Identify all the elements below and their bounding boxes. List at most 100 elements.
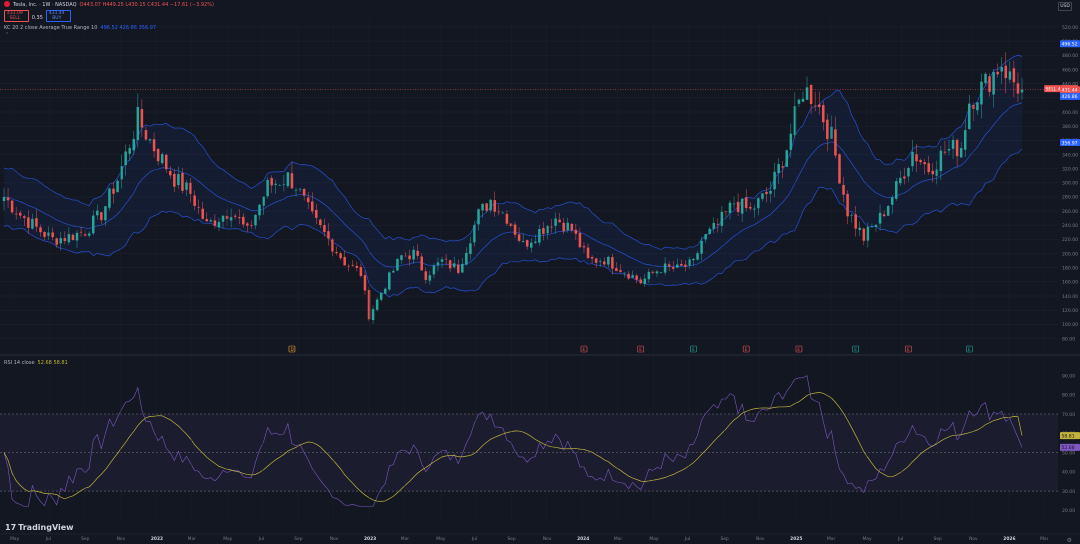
candle-body [327, 231, 330, 239]
candle-body [156, 149, 160, 162]
sell-button[interactable]: 431.09 SELL [4, 10, 29, 22]
candle-body [582, 246, 586, 248]
candle-body [501, 212, 505, 214]
price-axis-tick: 400.00 [1062, 110, 1078, 116]
candle-body [757, 198, 760, 209]
candle-body [108, 188, 111, 208]
candle-body [923, 162, 926, 165]
candle-body [335, 252, 338, 253]
candle-body [972, 104, 975, 110]
event-marker: E [965, 345, 973, 353]
rsi-axis-label: 58.81 [1060, 432, 1080, 439]
time-axis-label: May [863, 536, 872, 542]
candle-body [254, 214, 257, 226]
time-axis-label: Mar [1040, 536, 1048, 542]
candle-body [128, 148, 131, 154]
buy-button[interactable]: 431.44 BUY [45, 10, 71, 22]
rsi-axis-tick: 30.00 [1062, 489, 1075, 495]
candle-body [720, 211, 724, 226]
candle-body [392, 271, 395, 273]
candle-body [943, 151, 947, 153]
candle-body [400, 255, 403, 260]
event-marker-label: D [290, 347, 293, 352]
candle-body [947, 149, 951, 151]
chart-app: 80.00 100.00 120.00 140.00 160.00 180.00 200.0… [0, 0, 1080, 544]
event-marker: D [288, 345, 296, 353]
rsi-legend[interactable]: RSI 14 close 52.68 58.81 [4, 360, 71, 367]
event-marker-label: E [745, 347, 748, 352]
candle-body [1020, 89, 1024, 93]
time-axis-label: Mar [614, 536, 622, 542]
rsi-label: RSI 14 close [4, 360, 35, 366]
candle [895, 177, 898, 201]
candle-body [6, 197, 10, 201]
candle-body [809, 84, 813, 104]
candle-body [931, 170, 935, 175]
candle-body [635, 275, 638, 280]
candle-body [383, 288, 387, 294]
candle-body [359, 267, 363, 276]
candle-body [558, 219, 561, 223]
candle-body [436, 262, 440, 266]
candle-body [152, 139, 156, 152]
event-marker: E [742, 345, 750, 353]
candle-body [75, 232, 79, 241]
candle-body [104, 206, 107, 221]
candle-body [136, 107, 140, 140]
event-marker: E [637, 345, 645, 353]
event-marker-label: E [582, 347, 585, 352]
rsi-axis-tick: 40.00 [1062, 470, 1075, 476]
price-axis-tick: 140.00 [1062, 294, 1078, 300]
candle-body [749, 206, 752, 209]
price-axis-label: 496.52 [1060, 40, 1080, 47]
buy-label: BUY [52, 16, 62, 21]
candle [10, 199, 14, 215]
rsi-axis-tick: 20.00 [1062, 508, 1075, 514]
time-axis-label: Nov [543, 536, 552, 542]
price-axis-tick: 80.00 [1062, 336, 1075, 342]
candle-body [895, 181, 898, 199]
candle-body [927, 163, 930, 173]
kc-legend[interactable]: KC 20 2 close Average True Range 10 496.5… [4, 25, 159, 32]
candle-body [566, 222, 570, 231]
collapse-icon[interactable]: ⌃ [5, 32, 9, 39]
candle-body [554, 218, 557, 226]
gear-icon[interactable]: ⚙ [1067, 537, 1072, 544]
rsi-axis-tick: 50.00 [1062, 450, 1075, 456]
candle-body [388, 272, 391, 290]
time-axis-label: 2025 [790, 536, 802, 542]
price-axis-tick: 520.00 [1062, 25, 1078, 31]
candle-body [801, 98, 805, 102]
candle-body [647, 271, 651, 280]
candle-body [615, 268, 618, 272]
candle-body [67, 234, 71, 243]
trade-buttons: 431.09 SELL 0.35431.44 BUY [4, 10, 74, 22]
symbol-title[interactable]: Tesla, Inc. · 1W · NASDAQ [13, 2, 77, 8]
candle [850, 212, 853, 223]
candle-body [911, 151, 914, 167]
candle-body [688, 259, 691, 266]
candle-body [213, 220, 217, 226]
price-axis-tick: 200.00 [1062, 251, 1078, 257]
candle-body [497, 211, 501, 213]
currency-selector[interactable]: USD [1058, 2, 1072, 11]
candle-body [489, 199, 492, 211]
time-axis-label: Mar [827, 536, 835, 542]
candle-body [477, 209, 480, 225]
candle [801, 91, 805, 102]
candle [785, 149, 789, 167]
chart-canvas[interactable]: 80.00 100.00 120.00 140.00 160.00 180.00 200.0… [0, 0, 1080, 544]
candle-body [465, 252, 468, 265]
candle-body [379, 293, 383, 300]
candle-body [793, 106, 797, 136]
rsi-axis-tick: 70.00 [1062, 412, 1075, 418]
candle-body [250, 225, 253, 226]
candle-body [164, 154, 168, 170]
candle-body [773, 171, 776, 190]
time-axis-label: May [649, 536, 658, 542]
candle-body [663, 263, 667, 273]
candle [371, 305, 375, 324]
price-axis-label: 356.97 [1060, 138, 1080, 146]
candle-body [655, 271, 659, 274]
candle-body [493, 200, 497, 212]
